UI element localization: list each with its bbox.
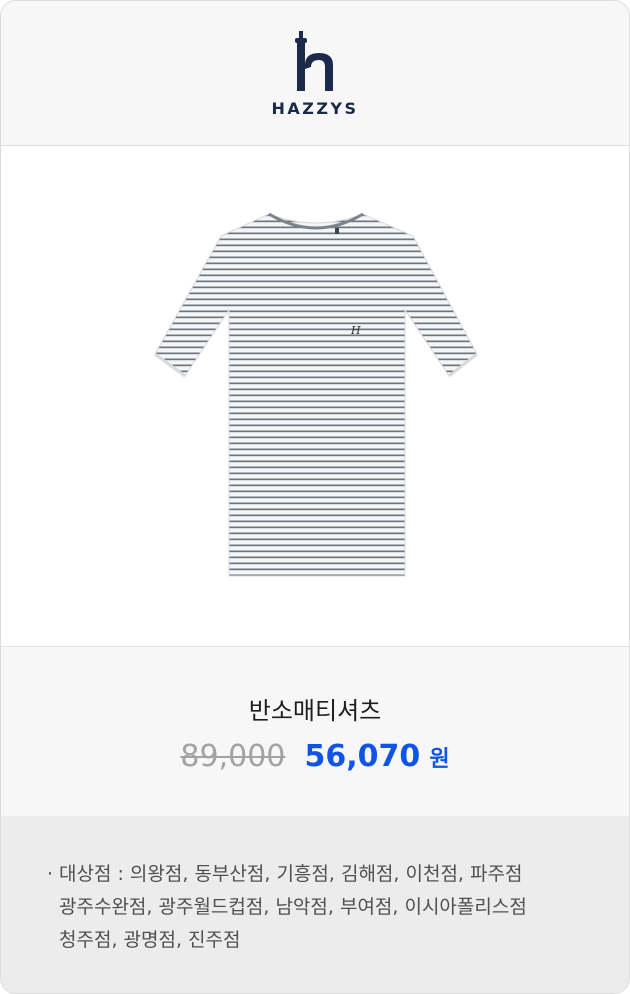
price-row: 89,000 56,070 원 — [1, 739, 629, 774]
product-image-area: H — [1, 146, 629, 646]
bullet-mark: · — [47, 863, 54, 885]
brand-header: HAZZYS — [1, 1, 629, 146]
striped-tshirt-image: H — [154, 212, 478, 577]
original-price: 89,000 — [180, 739, 286, 774]
target-stores-text: · 대상점 : 의왕점, 동부산점, 기흥점, 김해점, 이천점, 파주점 광주… — [47, 858, 587, 957]
currency-unit: 원 — [429, 747, 450, 772]
sale-price: 56,070 — [304, 739, 421, 774]
hazzys-h-logo-icon — [295, 31, 333, 91]
product-card: HAZZYS H 반소매티셔츠 89,000 56,070 원 · 대상점: … — [0, 0, 630, 994]
stores-line: 청주점, 광명점, 진주점 — [59, 929, 241, 951]
stores-line: 대상점 : 의왕점, 동부산점, 기흥점, 김해점, 이천점, 파주점 — [59, 863, 523, 885]
brand-wordmark: HAZZYS — [271, 99, 359, 118]
product-info: 반소매티셔츠 89,000 56,070 원 — [1, 646, 629, 816]
stores-line: 광주수완점, 광주월드컵점, 남악점, 부여점, 이시아폴리스점 — [59, 896, 527, 918]
product-name: 반소매티셔츠 — [248, 697, 382, 725]
target-stores-section: · 대상점 : 의왕점, 동부산점, 기흥점, 김해점, 이천점, 파주점 광주… — [1, 816, 629, 993]
svg-text:H: H — [350, 324, 361, 337]
